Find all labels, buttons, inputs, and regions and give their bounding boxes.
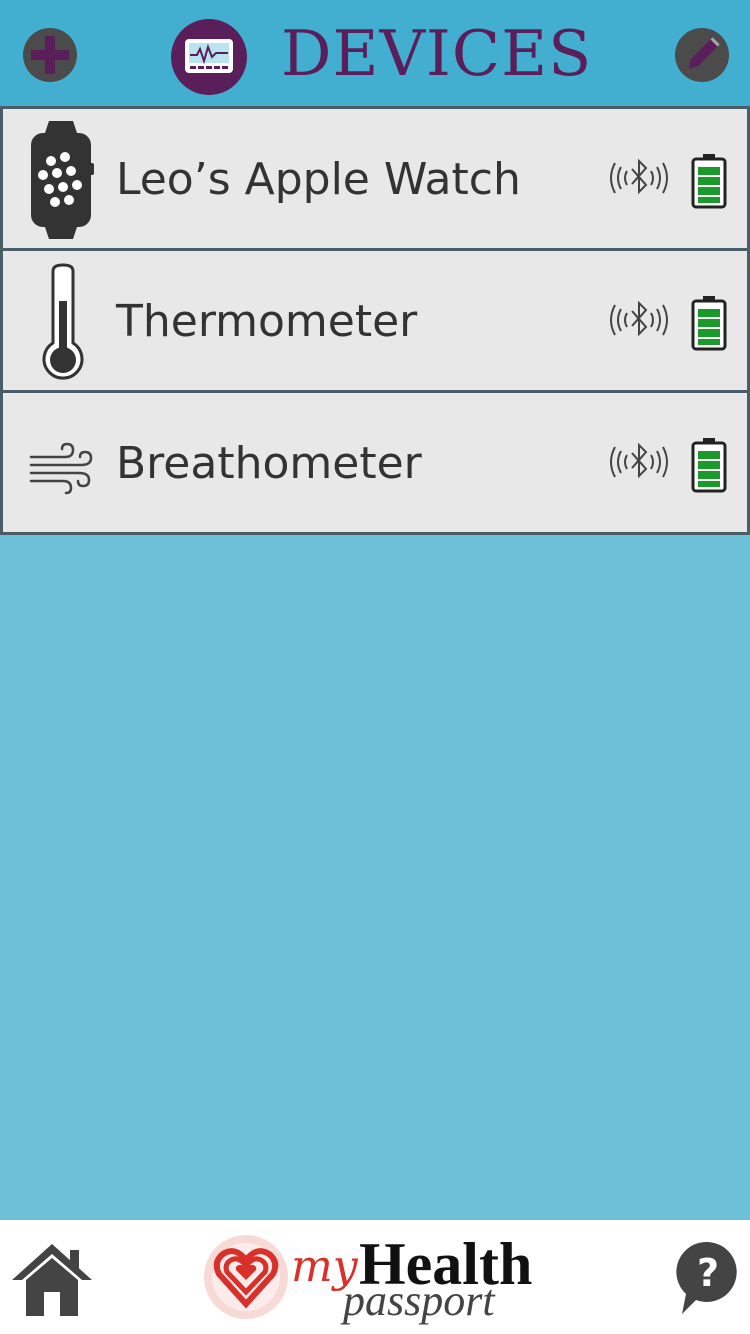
device-list: Leo’s Apple Watch Thermometer Breathomet… [0, 106, 750, 535]
help-icon: ? [676, 1241, 737, 1314]
battery-icon [691, 296, 727, 351]
thermometer-icon [42, 263, 84, 380]
edit-devices-button[interactable] [675, 28, 729, 82]
bluetooth-icon [610, 300, 668, 337]
battery-icon [691, 438, 727, 493]
footer-bar: my Health passport ? [0, 1220, 750, 1334]
bluetooth-icon [610, 158, 668, 195]
add-device-button[interactable] [23, 28, 77, 82]
home-button[interactable] [10, 1240, 94, 1318]
svg-text:?: ? [697, 1251, 719, 1295]
device-row-thermometer[interactable]: Thermometer [0, 248, 750, 393]
device-name: Thermometer [116, 296, 418, 347]
wind-icon [29, 442, 93, 495]
pencil-icon [688, 37, 720, 69]
home-icon [12, 1244, 92, 1316]
device-row-breathometer[interactable]: Breathometer [0, 390, 750, 535]
my-health-passport-logo: my Health passport [203, 1228, 553, 1328]
device-name: Leo’s Apple Watch [116, 154, 521, 205]
plus-icon [31, 36, 69, 74]
logo-text-passport: passport [343, 1276, 495, 1325]
heart-monitor-icon [171, 19, 247, 95]
battery-icon [691, 154, 727, 209]
device-name: Breathometer [116, 438, 422, 489]
device-row-apple-watch[interactable]: Leo’s Apple Watch [0, 106, 750, 251]
bluetooth-icon [610, 442, 668, 479]
heart-logo-icon [204, 1235, 288, 1319]
help-button[interactable]: ? [676, 1240, 740, 1316]
header-bar: DEVICES [0, 0, 750, 106]
smartwatch-icon [31, 121, 94, 239]
page-title: DEVICES [281, 17, 593, 90]
